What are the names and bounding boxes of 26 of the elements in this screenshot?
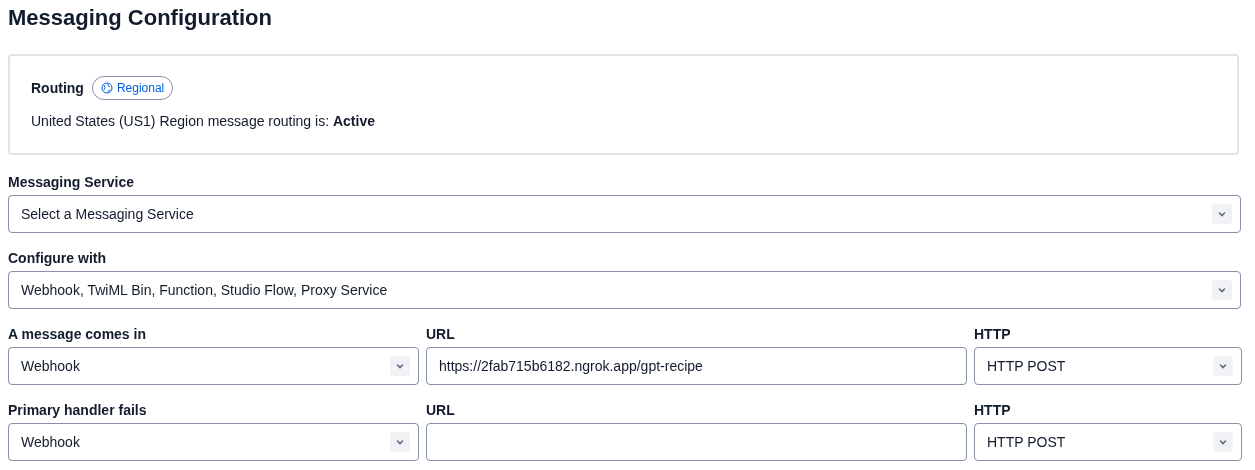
select-dropdown[interactable]: Webhook <box>8 423 419 461</box>
page-title: Messaging Configuration <box>8 4 273 32</box>
field-label: URL <box>426 325 456 343</box>
select-dropdown[interactable]: HTTP POST <box>974 347 1242 385</box>
field-label: Configure with <box>8 249 107 267</box>
field-label: Primary handler fails <box>8 401 148 419</box>
globe-icon <box>100 82 113 94</box>
chevron-icon <box>390 432 410 452</box>
chevron-icon <box>390 356 410 376</box>
routing-label: Routing <box>31 78 84 98</box>
chevron-icon <box>1213 356 1233 376</box>
field-label: Messaging Service <box>8 173 136 191</box>
field-label: HTTP <box>974 401 1012 419</box>
select-dropdown[interactable]: Webhook, TwiML Bin, Function, Studio Flow, Proxy Service <box>8 271 1241 309</box>
chevron-icon <box>1212 204 1232 224</box>
select-dropdown[interactable]: HTTP POST <box>974 423 1242 461</box>
field-label: URL <box>426 401 456 419</box>
chevron-icon <box>1212 280 1232 300</box>
url-input[interactable] <box>426 423 967 461</box>
field-label: HTTP <box>974 325 1012 343</box>
url-input[interactable]: https://2fab715b6182.ngrok.app/gpt-recipe <box>426 347 967 385</box>
field-label: A message comes in <box>8 325 147 343</box>
select-dropdown[interactable]: Webhook <box>8 347 419 385</box>
chevron-icon <box>1213 432 1233 452</box>
select-dropdown[interactable]: Select a Messaging Service <box>8 195 1241 233</box>
routing-status-text: United States (US1) Region message routing is: Active <box>31 112 376 131</box>
